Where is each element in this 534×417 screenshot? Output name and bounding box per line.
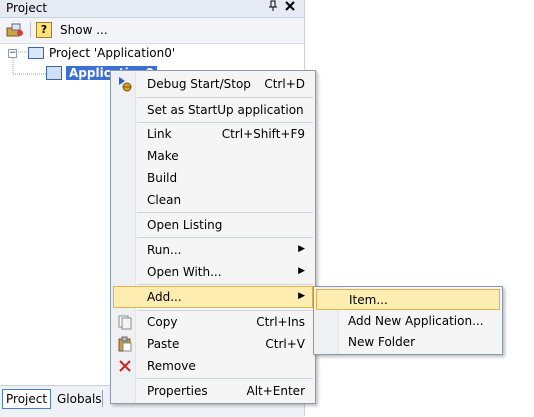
close-icon[interactable] bbox=[285, 0, 295, 14]
debug-icon bbox=[117, 76, 133, 92]
menu-item-label: Link bbox=[147, 127, 172, 141]
pin-icon[interactable] bbox=[268, 0, 278, 15]
menu-item-remove[interactable]: Remove bbox=[113, 355, 313, 377]
menu-item-link[interactable]: Link Ctrl+Shift+F9 bbox=[113, 123, 313, 145]
menu-item-label: Set as StartUp application bbox=[147, 103, 304, 117]
settings-icon bbox=[6, 23, 23, 37]
submenu-item-label: Item... bbox=[349, 293, 388, 307]
project-label: Project 'Application0' bbox=[49, 46, 176, 60]
copy-icon bbox=[117, 314, 133, 330]
menu-item-clean[interactable]: Clean bbox=[113, 189, 313, 211]
help-icon: ? bbox=[36, 22, 52, 38]
menu-item-add[interactable]: Add... ▶ bbox=[113, 286, 313, 308]
menu-item-open-listing[interactable]: Open Listing bbox=[113, 214, 313, 236]
menu-item-label: Remove bbox=[147, 359, 196, 373]
panel-titlebar: Project bbox=[0, 0, 304, 18]
menu-item-properties[interactable]: Properties Alt+Enter bbox=[113, 380, 313, 402]
submenu-arrow-icon: ▶ bbox=[298, 266, 305, 276]
context-menu: Debug Start/Stop Ctrl+D Set as StartUp a… bbox=[110, 70, 316, 404]
menu-item-build[interactable]: Build bbox=[113, 167, 313, 189]
paste-icon bbox=[117, 336, 133, 352]
menu-separator bbox=[137, 378, 313, 379]
submenu-item-item[interactable]: Item... bbox=[316, 289, 500, 310]
menu-item-debug-start-stop[interactable]: Debug Start/Stop Ctrl+D bbox=[113, 73, 313, 95]
tab-globals[interactable]: Globals bbox=[53, 389, 106, 409]
menu-item-label: Build bbox=[147, 171, 178, 185]
menu-item-run[interactable]: Run... ▶ bbox=[113, 239, 313, 261]
menu-item-label: Run... bbox=[147, 243, 182, 257]
submenu-item-label: Add New Application... bbox=[348, 314, 484, 328]
menu-item-label: Open With... bbox=[147, 265, 222, 279]
tab-project[interactable]: Project bbox=[2, 389, 52, 409]
menu-item-make[interactable]: Make bbox=[113, 145, 313, 167]
menu-item-label: Add... bbox=[147, 290, 182, 304]
menu-item-label: Make bbox=[147, 149, 179, 163]
menu-separator bbox=[137, 97, 313, 98]
menu-separator bbox=[137, 284, 313, 285]
menu-item-label: Copy bbox=[147, 315, 178, 329]
delete-icon bbox=[117, 358, 133, 374]
application-icon bbox=[46, 66, 62, 80]
submenu-arrow-icon: ▶ bbox=[298, 291, 305, 301]
menu-item-shortcut: Ctrl+Shift+F9 bbox=[221, 127, 305, 141]
menu-item-label: Open Listing bbox=[147, 218, 223, 232]
menu-item-paste[interactable]: Paste Ctrl+V bbox=[113, 333, 313, 355]
menu-separator bbox=[137, 237, 313, 238]
submenu-item-label: New Folder bbox=[348, 335, 416, 349]
menu-item-open-with[interactable]: Open With... ▶ bbox=[113, 261, 313, 283]
menu-item-label: Properties bbox=[147, 384, 208, 398]
menu-separator bbox=[137, 212, 313, 213]
tab-separator bbox=[102, 390, 103, 407]
collapse-icon[interactable]: − bbox=[8, 48, 17, 58]
menu-item-copy[interactable]: Copy Ctrl+Ins bbox=[113, 311, 313, 333]
tree-item-project[interactable]: − Project 'Application0' bbox=[8, 44, 175, 62]
menu-item-label: Paste bbox=[147, 337, 180, 351]
menu-item-set-startup[interactable]: Set as StartUp application bbox=[113, 99, 313, 121]
menu-item-shortcut: Ctrl+Ins bbox=[256, 315, 305, 329]
show-button[interactable]: ? Show ... bbox=[36, 21, 108, 39]
menu-item-label: Debug Start/Stop bbox=[147, 77, 251, 91]
menu-item-label: Clean bbox=[147, 193, 182, 207]
menu-item-shortcut: Ctrl+V bbox=[265, 337, 305, 351]
project-icon bbox=[28, 47, 44, 59]
project-settings-button[interactable] bbox=[6, 21, 24, 39]
show-label: Show ... bbox=[60, 23, 108, 37]
panel-toolbar: ? Show ... bbox=[0, 18, 304, 44]
menu-item-shortcut: Alt+Enter bbox=[246, 384, 305, 398]
panel-title: Project bbox=[6, 1, 48, 15]
submenu-arrow-icon: ▶ bbox=[298, 244, 305, 254]
toolbar-separator bbox=[30, 22, 31, 38]
submenu-item-new-folder[interactable]: New Folder bbox=[316, 332, 500, 353]
add-submenu: Item... Add New Application... New Folde… bbox=[313, 286, 503, 355]
menu-item-shortcut: Ctrl+D bbox=[264, 77, 305, 91]
submenu-item-add-new-application[interactable]: Add New Application... bbox=[316, 311, 500, 332]
